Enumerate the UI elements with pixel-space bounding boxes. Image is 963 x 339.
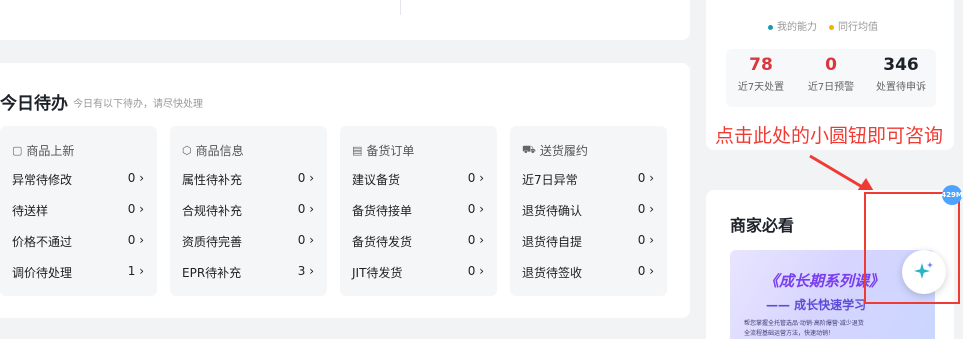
todo-row[interactable]: 资质待完善 0 › (182, 233, 314, 250)
todo-row[interactable]: 备货待发货 0 › (352, 233, 484, 250)
column-header: ▢ 商品上新 (12, 144, 75, 158)
stat-warnings[interactable]: 0 近7日预警 (796, 55, 866, 93)
todo-row[interactable]: 异常待修改 0 › (12, 171, 144, 188)
todo-title: 今日待办 (0, 94, 68, 114)
todo-row[interactable]: 调价待处理 1 › (12, 264, 144, 281)
todo-column-stock-orders: ▤ 备货订单 建议备货 0 › 备货待接单 0 › 备货待发货 0 › JIT待发货 0… (340, 126, 497, 296)
todo-subtitle: 今日有以下待办，请尽快处理 (73, 99, 203, 110)
todo-row[interactable]: 备货待接单 0 › (352, 202, 484, 219)
stat-appeals[interactable]: 346 处置待申诉 (866, 55, 936, 93)
todo-row[interactable]: 退货待签收 0 › (522, 264, 654, 281)
todo-column-product-info: ⬡ 商品信息 属性待补充 0 › 合规待补充 0 › 资质待完善 0 › EPR待补充… (170, 126, 327, 296)
banner-line: 全流程基础运营方法，快速动销！ (744, 330, 835, 337)
overview-card (0, 0, 690, 40)
todo-row[interactable]: 属性待补充 0 › (182, 171, 314, 188)
todo-column-delivery: ⛟ 送货履约 近7日异常 0 › 退货待确认 0 › 退货待自提 0 › 退货待签收 0… (510, 126, 667, 296)
todo-row[interactable]: 价格不通过 0 › (12, 233, 144, 250)
legend-item-peer: 同行均值 (829, 18, 878, 33)
box-icon: ▢ (12, 144, 23, 157)
banner-line: 帮您掌握全托管选品·动销·高阶爆营·减少退货 (744, 320, 864, 327)
sparkle-icon (914, 262, 933, 279)
todo-card: 今日待办 今日有以下待办，请尽快处理 ▢ 商品上新 异常待修改 0 › 待送样 0 … (0, 63, 690, 318)
todo-row[interactable]: 退货待确认 0 › (522, 202, 654, 219)
stat-disposed[interactable]: 78 近7天处置 (726, 55, 796, 93)
cube-icon: ⬡ (182, 144, 192, 157)
ability-stats: 78 近7天处置 0 近7日预警 346 处置待申诉 (726, 49, 936, 107)
todo-row[interactable]: 退货待自提 0 › (522, 233, 654, 250)
todo-row[interactable]: 待送样 0 › (12, 202, 144, 219)
column-header: ▤ 备货订单 (352, 144, 415, 158)
todo-row[interactable]: EPR待补充 3 › (182, 264, 314, 281)
legend-item-mine: 我的能力 (768, 18, 817, 33)
notification-badge: 429M (941, 185, 963, 205)
truck-icon: ⛟ (522, 143, 536, 156)
column-header: ⛟ 送货履约 (522, 143, 588, 158)
banner-subtitle: —— 成长快速学习 (766, 298, 867, 312)
divider (400, 0, 401, 15)
todo-row[interactable]: 合规待补充 0 › (182, 202, 314, 219)
document-icon: ▤ (352, 144, 363, 157)
todo-row[interactable]: 建议备货 0 › (352, 171, 484, 188)
ability-legend: 我的能力 同行均值 (768, 18, 878, 33)
todo-column-new-products: ▢ 商品上新 异常待修改 0 › 待送样 0 › 价格不通过 0 › 调价待处理 1 › (0, 126, 157, 296)
merchant-title: 商家必看 (730, 216, 795, 235)
column-header: ⬡ 商品信息 (182, 144, 244, 158)
todo-row[interactable]: 近7日异常 0 › (522, 171, 654, 188)
todo-row[interactable]: JIT待发货 0 › (352, 264, 484, 281)
assistant-button[interactable] (902, 250, 946, 294)
annotation-hint: 点击此处的小圆钮即可咨询 (715, 125, 944, 147)
